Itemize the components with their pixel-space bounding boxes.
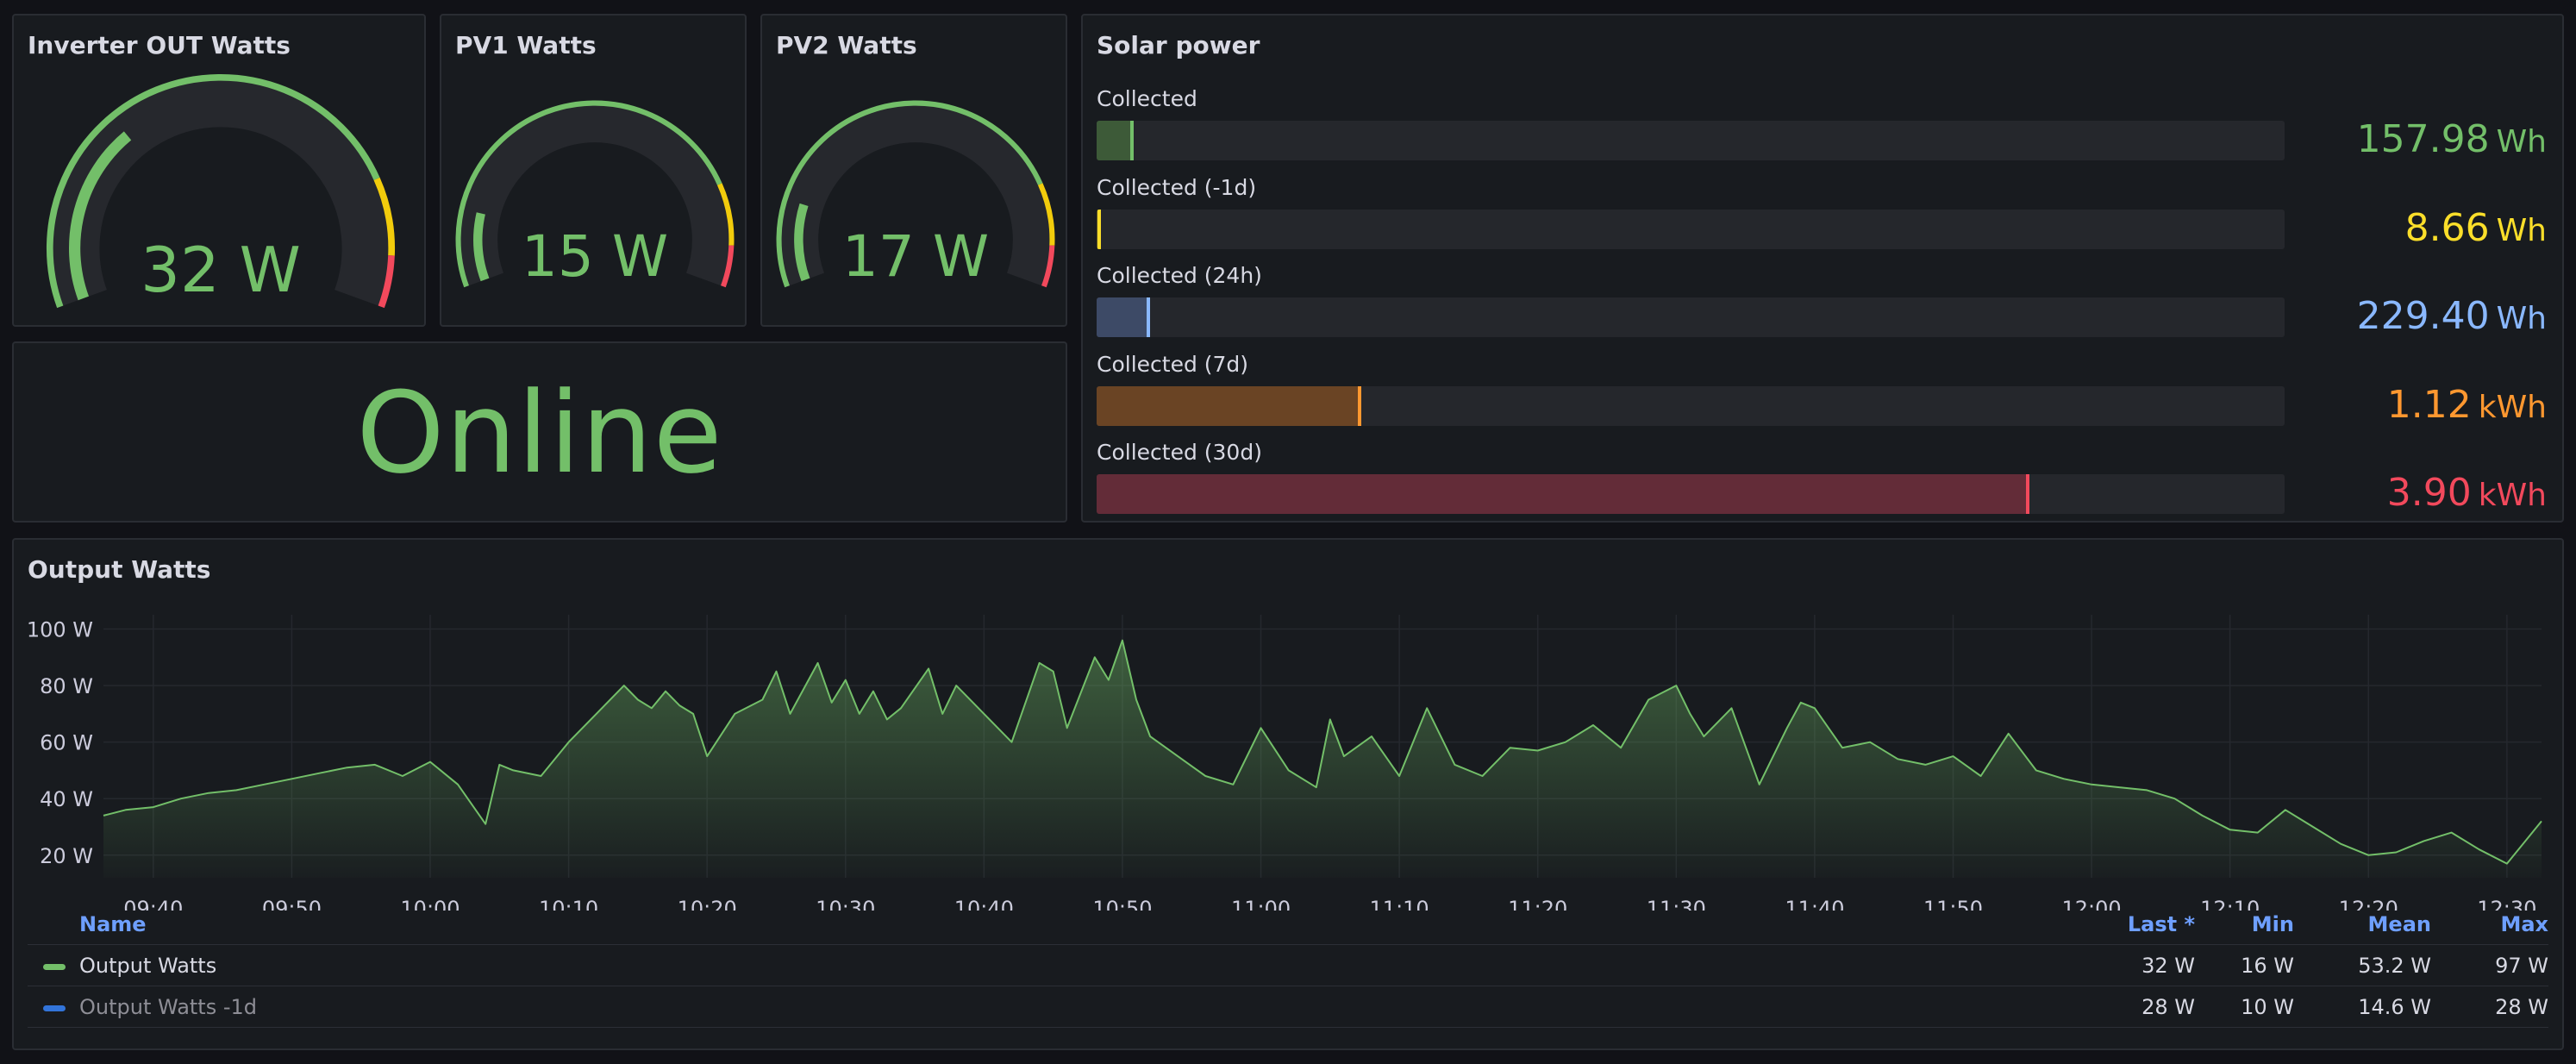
bar-value-unit: kWh bbox=[2478, 478, 2547, 513]
x-tick-label: 11:10 bbox=[1370, 897, 1429, 911]
bar-value: 229.40 Wh bbox=[2357, 294, 2547, 338]
solar-power-panel: Solar power Collected 157.98 Wh Collected … bbox=[1081, 14, 2564, 523]
legend-series-name[interactable]: Output Watts bbox=[79, 954, 216, 978]
y-tick-label: 20 W bbox=[40, 844, 93, 868]
solar-bar-row: Collected (24h) 229.40 Wh bbox=[1097, 263, 2548, 349]
bar-value-number: 8.66 bbox=[2404, 205, 2490, 250]
bar-fill bbox=[1097, 209, 1101, 249]
legend-row-output-watts[interactable]: Output Watts 32 W 16 W 53.2 W 97 W bbox=[28, 945, 2548, 986]
bar-fill-cap bbox=[1358, 385, 1362, 426]
x-tick-label: 12:00 bbox=[2061, 897, 2121, 911]
solar-bar-row: Collected (7d) 1.12 kWh bbox=[1097, 352, 2548, 438]
x-tick-label: 10:10 bbox=[539, 897, 598, 911]
legend-header-last[interactable]: Last * bbox=[2128, 912, 2195, 936]
status-panel: Online bbox=[12, 341, 1067, 523]
bar-track bbox=[1097, 474, 2285, 514]
output-watts-panel: Output Watts 20 W 40 W 60 W 80 W 100 W 09:40 0… bbox=[12, 538, 2564, 1050]
solar-bar-row: Collected (30d) 3.90 kWh bbox=[1097, 440, 2548, 526]
x-tick-label: 11:00 bbox=[1231, 897, 1291, 911]
series-color-swatch bbox=[43, 964, 66, 970]
legend-last-value: 32 W bbox=[2141, 954, 2195, 978]
x-tick-label: 10:30 bbox=[816, 897, 875, 911]
y-tick-label: 100 W bbox=[27, 618, 93, 642]
bar-value: 157.98 Wh bbox=[2357, 117, 2547, 161]
gauge-value-text: 32 W bbox=[141, 234, 301, 306]
bar-value-number: 157.98 bbox=[2356, 117, 2490, 161]
bar-value-unit: Wh bbox=[2496, 212, 2547, 248]
bar-value-unit: Wh bbox=[2496, 124, 2547, 160]
legend-header-min[interactable]: Min bbox=[2252, 912, 2294, 936]
solar-bar-row: Collected (-1d) 8.66 Wh bbox=[1097, 175, 2548, 261]
legend-header-mean[interactable]: Mean bbox=[2368, 912, 2431, 936]
bar-fill bbox=[1097, 121, 1134, 160]
legend-mean-value: 53.2 W bbox=[2358, 954, 2431, 978]
bar-fill-cap bbox=[1097, 209, 1101, 249]
bar-fill-cap bbox=[1129, 121, 1134, 160]
y-tick-label: 60 W bbox=[40, 731, 93, 755]
gauge-panel-inverter-out: Inverter OUT Watts 32 W bbox=[12, 14, 426, 327]
x-tick-label: 11:30 bbox=[1647, 897, 1706, 911]
x-tick-label: 10:40 bbox=[954, 897, 1014, 911]
bar-track bbox=[1097, 297, 2285, 337]
legend-max-value: 28 W bbox=[2495, 995, 2548, 1019]
status-value: Online bbox=[356, 367, 723, 498]
legend-series-name[interactable]: Output Watts -1d bbox=[79, 995, 257, 1019]
x-tick-label: 12:30 bbox=[2477, 897, 2536, 911]
bar-track bbox=[1097, 209, 2285, 249]
bar-value: 8.66 Wh bbox=[2405, 206, 2547, 250]
bar-label: Collected (-1d) bbox=[1097, 174, 1257, 200]
bar-label: Collected (24h) bbox=[1097, 263, 1262, 288]
legend-table: Name Last * Min Mean Max Output Watts 32… bbox=[28, 911, 2548, 1028]
x-tick-label: 11:20 bbox=[1508, 897, 1567, 911]
panel-title: Solar power bbox=[1097, 31, 1260, 59]
legend-last-value: 28 W bbox=[2141, 995, 2195, 1019]
legend-mean-value: 14.6 W bbox=[2358, 995, 2431, 1019]
bar-value: 1.12 kWh bbox=[2387, 383, 2547, 427]
legend-min-value: 10 W bbox=[2241, 995, 2294, 1019]
x-tick-label: 11:40 bbox=[1785, 897, 1844, 911]
y-tick-label: 80 W bbox=[40, 674, 93, 698]
x-tick-label: 09:40 bbox=[123, 897, 183, 911]
bar-label: Collected (30d) bbox=[1097, 440, 1262, 465]
gauge-panel-pv2: PV2 Watts 17 W bbox=[760, 14, 1067, 327]
legend-header: Name Last * Min Mean Max bbox=[28, 911, 2548, 945]
bar-label: Collected (7d) bbox=[1097, 351, 1249, 377]
inverter-out-gauge: 32 W bbox=[46, 74, 396, 309]
x-tick-label: 11:50 bbox=[1923, 897, 1983, 911]
bar-track bbox=[1097, 385, 2285, 426]
x-tick-label: 10:20 bbox=[678, 897, 737, 911]
x-tick-label: 09:50 bbox=[262, 897, 322, 911]
bar-value-number: 3.90 bbox=[2386, 471, 2472, 515]
y-tick-label: 40 W bbox=[40, 787, 93, 811]
legend-header-name[interactable]: Name bbox=[79, 912, 147, 936]
bar-value-unit: kWh bbox=[2478, 389, 2547, 425]
solar-bar-row: Collected 157.98 Wh bbox=[1097, 86, 2548, 172]
bar-fill bbox=[1097, 297, 1150, 337]
x-tick-label: 12:10 bbox=[2200, 897, 2260, 911]
x-tick-label: 10:00 bbox=[400, 897, 460, 911]
gauge-value-text: 17 W bbox=[842, 223, 989, 290]
pv1-gauge: 15 W bbox=[455, 100, 735, 290]
bar-fill bbox=[1097, 474, 2029, 514]
legend-max-value: 97 W bbox=[2495, 954, 2548, 978]
legend-row-output-watts-1d[interactable]: Output Watts -1d 28 W 10 W 14.6 W 28 W bbox=[28, 986, 2548, 1028]
legend-min-value: 16 W bbox=[2241, 954, 2294, 978]
bar-fill-cap bbox=[2025, 474, 2029, 514]
bar-fill-cap bbox=[1147, 297, 1150, 337]
bar-value-unit: Wh bbox=[2496, 301, 2547, 336]
output-watts-chart: 20 W 40 W 60 W 80 W 100 W 09:40 09:50 10:00 10:1… bbox=[27, 615, 2542, 911]
bar-value-number: 229.40 bbox=[2356, 294, 2490, 338]
bar-value-number: 1.12 bbox=[2386, 382, 2472, 427]
gauge-value-text: 15 W bbox=[522, 223, 668, 290]
x-tick-label: 10:50 bbox=[1092, 897, 1152, 911]
bar-fill bbox=[1097, 385, 1362, 426]
bar-label: Collected bbox=[1097, 86, 1197, 111]
bar-value: 3.90 kWh bbox=[2387, 471, 2547, 515]
bar-track bbox=[1097, 121, 2285, 160]
x-tick-label: 12:20 bbox=[2339, 897, 2398, 911]
series-color-swatch bbox=[43, 1005, 66, 1011]
legend-header-max[interactable]: Max bbox=[2500, 912, 2548, 936]
gauge-panel-pv1: PV1 Watts 15 W bbox=[440, 14, 747, 327]
pv2-gauge: 17 W bbox=[776, 100, 1055, 290]
